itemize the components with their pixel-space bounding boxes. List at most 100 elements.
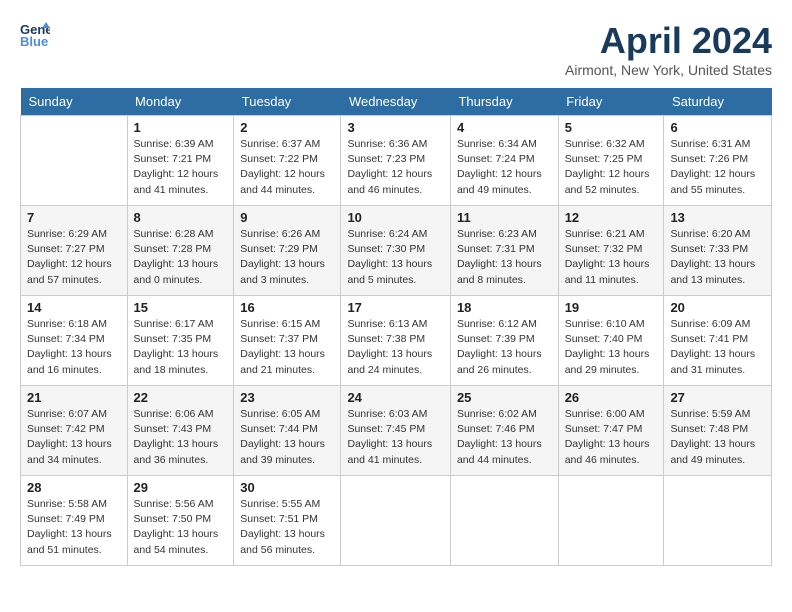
day-info: Sunrise: 6:09 AMSunset: 7:41 PMDaylight:… [670, 317, 765, 378]
day-info: Sunrise: 6:03 AMSunset: 7:45 PMDaylight:… [347, 407, 444, 468]
day-number: 2 [240, 120, 334, 135]
weekday-header-cell: Tuesday [234, 88, 341, 116]
calendar-day-cell: 23 Sunrise: 6:05 AMSunset: 7:44 PMDayligh… [234, 386, 341, 476]
calendar-day-cell: 30Sunrise: 5:55 AMSunset: 7:51 PMDayligh… [234, 476, 341, 566]
calendar-day-cell: 27 Sunrise: 5:59 AMSunset: 7:48 PMDayligh… [664, 386, 772, 476]
calendar-day-cell [21, 116, 128, 206]
day-info: Sunrise: 6:20 AMSunset: 7:33 PMDaylight:… [670, 227, 765, 288]
calendar-day-cell: 5Sunrise: 6:32 AMSunset: 7:25 PMDaylight… [558, 116, 664, 206]
calendar-day-cell: 19 Sunrise: 6:10 AMSunset: 7:40 PMDayligh… [558, 296, 664, 386]
day-number: 4 [457, 120, 552, 135]
weekday-header-row: SundayMondayTuesdayWednesdayThursdayFrid… [21, 88, 772, 116]
day-number: 7 [27, 210, 121, 225]
day-info: Sunrise: 6:18 AMSunset: 7:34 PMDaylight:… [27, 317, 121, 378]
day-number: 23 [240, 390, 334, 405]
calendar-day-cell: 24 Sunrise: 6:03 AMSunset: 7:45 PMDayligh… [341, 386, 451, 476]
calendar-week-row: 21 Sunrise: 6:07 AMSunset: 7:42 PMDayligh… [21, 386, 772, 476]
day-info: Sunrise: 6:26 AMSunset: 7:29 PMDaylight:… [240, 227, 334, 288]
calendar-day-cell: 28Sunrise: 5:58 AMSunset: 7:49 PMDayligh… [21, 476, 128, 566]
page-header: General Blue April 2024 Airmont, New Yor… [20, 20, 772, 78]
calendar-day-cell [558, 476, 664, 566]
day-info: Sunrise: 6:28 AMSunset: 7:28 PMDaylight:… [134, 227, 228, 288]
day-number: 28 [27, 480, 121, 495]
day-number: 9 [240, 210, 334, 225]
day-info: Sunrise: 6:32 AMSunset: 7:25 PMDaylight:… [565, 137, 658, 198]
calendar-table: SundayMondayTuesdayWednesdayThursdayFrid… [20, 88, 772, 566]
weekday-header-cell: Saturday [664, 88, 772, 116]
day-number: 24 [347, 390, 444, 405]
day-info: Sunrise: 6:07 AMSunset: 7:42 PMDaylight:… [27, 407, 121, 468]
calendar-day-cell: 6Sunrise: 6:31 AMSunset: 7:26 PMDaylight… [664, 116, 772, 206]
calendar-day-cell: 20 Sunrise: 6:09 AMSunset: 7:41 PMDayligh… [664, 296, 772, 386]
calendar-day-cell: 25 Sunrise: 6:02 AMSunset: 7:46 PMDayligh… [450, 386, 558, 476]
day-info: Sunrise: 6:10 AMSunset: 7:40 PMDaylight:… [565, 317, 658, 378]
day-number: 19 [565, 300, 658, 315]
day-info: Sunrise: 6:29 AMSunset: 7:27 PMDaylight:… [27, 227, 121, 288]
day-info: Sunrise: 5:55 AMSunset: 7:51 PMDaylight:… [240, 497, 334, 558]
calendar-body: 1Sunrise: 6:39 AMSunset: 7:21 PMDaylight… [21, 116, 772, 566]
day-info: Sunrise: 6:17 AMSunset: 7:35 PMDaylight:… [134, 317, 228, 378]
calendar-day-cell: 10Sunrise: 6:24 AMSunset: 7:30 PMDayligh… [341, 206, 451, 296]
day-number: 25 [457, 390, 552, 405]
day-number: 20 [670, 300, 765, 315]
day-number: 27 [670, 390, 765, 405]
day-number: 8 [134, 210, 228, 225]
weekday-header-cell: Monday [127, 88, 234, 116]
day-number: 14 [27, 300, 121, 315]
calendar-week-row: 28Sunrise: 5:58 AMSunset: 7:49 PMDayligh… [21, 476, 772, 566]
day-info: Sunrise: 6:23 AMSunset: 7:31 PMDaylight:… [457, 227, 552, 288]
calendar-day-cell [664, 476, 772, 566]
day-info: Sunrise: 5:59 AMSunset: 7:48 PMDaylight:… [670, 407, 765, 468]
calendar-week-row: 14 Sunrise: 6:18 AMSunset: 7:34 PMDayligh… [21, 296, 772, 386]
day-info: Sunrise: 6:15 AMSunset: 7:37 PMDaylight:… [240, 317, 334, 378]
calendar-day-cell: 2 Sunrise: 6:37 AMSunset: 7:22 PMDaylight… [234, 116, 341, 206]
title-area: April 2024 Airmont, New York, United Sta… [565, 20, 772, 78]
day-number: 12 [565, 210, 658, 225]
svg-text:Blue: Blue [20, 34, 48, 49]
day-info: Sunrise: 6:21 AMSunset: 7:32 PMDaylight:… [565, 227, 658, 288]
calendar-day-cell: 1Sunrise: 6:39 AMSunset: 7:21 PMDaylight… [127, 116, 234, 206]
calendar-day-cell: 3Sunrise: 6:36 AMSunset: 7:23 PMDaylight… [341, 116, 451, 206]
calendar-day-cell [450, 476, 558, 566]
day-info: Sunrise: 6:37 AMSunset: 7:22 PMDaylight:… [240, 137, 334, 198]
weekday-header-cell: Sunday [21, 88, 128, 116]
calendar-day-cell: 14 Sunrise: 6:18 AMSunset: 7:34 PMDayligh… [21, 296, 128, 386]
day-number: 10 [347, 210, 444, 225]
location: Airmont, New York, United States [565, 62, 772, 78]
calendar-week-row: 7 Sunrise: 6:29 AMSunset: 7:27 PMDaylight… [21, 206, 772, 296]
day-info: Sunrise: 6:05 AMSunset: 7:44 PMDaylight:… [240, 407, 334, 468]
day-info: Sunrise: 6:36 AMSunset: 7:23 PMDaylight:… [347, 137, 444, 198]
calendar-day-cell: 21 Sunrise: 6:07 AMSunset: 7:42 PMDayligh… [21, 386, 128, 476]
calendar-day-cell: 13Sunrise: 6:20 AMSunset: 7:33 PMDayligh… [664, 206, 772, 296]
calendar-day-cell: 12 Sunrise: 6:21 AMSunset: 7:32 PMDayligh… [558, 206, 664, 296]
day-info: Sunrise: 5:56 AMSunset: 7:50 PMDaylight:… [134, 497, 228, 558]
calendar-day-cell: 17 Sunrise: 6:13 AMSunset: 7:38 PMDayligh… [341, 296, 451, 386]
day-info: Sunrise: 6:06 AMSunset: 7:43 PMDaylight:… [134, 407, 228, 468]
calendar-day-cell: 7 Sunrise: 6:29 AMSunset: 7:27 PMDaylight… [21, 206, 128, 296]
day-number: 16 [240, 300, 334, 315]
calendar-day-cell: 9 Sunrise: 6:26 AMSunset: 7:29 PMDaylight… [234, 206, 341, 296]
day-number: 22 [134, 390, 228, 405]
weekday-header-cell: Wednesday [341, 88, 451, 116]
logo-icon: General Blue [20, 20, 50, 50]
calendar-day-cell: 8 Sunrise: 6:28 AMSunset: 7:28 PMDaylight… [127, 206, 234, 296]
calendar-day-cell: 16 Sunrise: 6:15 AMSunset: 7:37 PMDayligh… [234, 296, 341, 386]
calendar-week-row: 1Sunrise: 6:39 AMSunset: 7:21 PMDaylight… [21, 116, 772, 206]
day-info: Sunrise: 6:12 AMSunset: 7:39 PMDaylight:… [457, 317, 552, 378]
weekday-header-cell: Friday [558, 88, 664, 116]
day-number: 18 [457, 300, 552, 315]
calendar-day-cell [341, 476, 451, 566]
day-info: Sunrise: 6:13 AMSunset: 7:38 PMDaylight:… [347, 317, 444, 378]
day-info: Sunrise: 6:31 AMSunset: 7:26 PMDaylight:… [670, 137, 765, 198]
month-title: April 2024 [565, 20, 772, 62]
calendar-day-cell: 22 Sunrise: 6:06 AMSunset: 7:43 PMDayligh… [127, 386, 234, 476]
day-number: 29 [134, 480, 228, 495]
calendar-day-cell: 18 Sunrise: 6:12 AMSunset: 7:39 PMDayligh… [450, 296, 558, 386]
calendar-day-cell: 4Sunrise: 6:34 AMSunset: 7:24 PMDaylight… [450, 116, 558, 206]
day-number: 21 [27, 390, 121, 405]
calendar-day-cell: 29 Sunrise: 5:56 AMSunset: 7:50 PMDayligh… [127, 476, 234, 566]
calendar-day-cell: 11Sunrise: 6:23 AMSunset: 7:31 PMDayligh… [450, 206, 558, 296]
day-info: Sunrise: 6:02 AMSunset: 7:46 PMDaylight:… [457, 407, 552, 468]
weekday-header-cell: Thursday [450, 88, 558, 116]
day-number: 17 [347, 300, 444, 315]
